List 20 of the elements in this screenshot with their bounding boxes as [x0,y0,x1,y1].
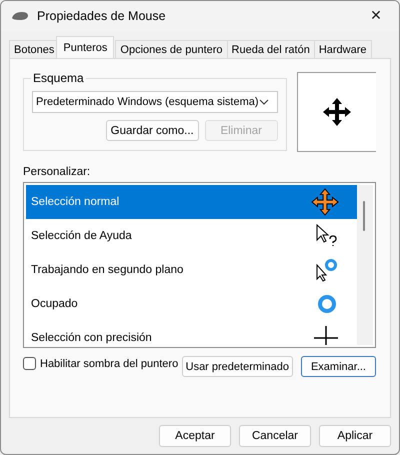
close-button[interactable]: ✕ [353,1,399,31]
tab[interactable]: Punteros [56,36,114,58]
dialog-button[interactable]: Cancelar [239,425,311,447]
action-button[interactable]: Examinar... [300,356,376,377]
cursor-list-item[interactable]: Selección con precisión [26,321,357,345]
group-label: Esquema [32,71,85,85]
cursor-list-item[interactable]: Ocupado [26,287,357,321]
scheme-button[interactable]: Guardar como... [106,120,199,141]
cursor-list-item[interactable]: Trabajando en segundo plano [26,253,357,287]
tab[interactable]: Opciones de puntero [115,40,228,58]
cursor-list-item[interactable]: Selección de Ayuda [26,219,357,253]
dialog-button[interactable]: Aceptar [159,425,231,447]
scheme-dropdown[interactable]: Predeterminado Windows (esquema sistema) [32,91,278,113]
action-button[interactable]: Usar predeterminado [182,356,293,377]
tab[interactable]: Hardware [314,40,372,58]
shadow-checkbox[interactable]: Habilitar sombra del puntero [23,357,178,370]
dialog-button[interactable]: Aplicar [319,425,391,447]
cursor-list-item[interactable]: Selección normal [26,185,357,219]
customize-label: Personalizar: [23,166,92,178]
window-title: Propiedades de Mouse [37,9,167,23]
